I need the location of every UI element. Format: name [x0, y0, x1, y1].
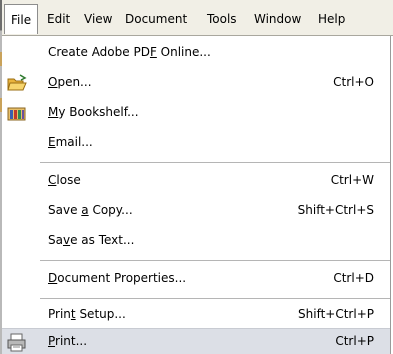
printer-icon [6, 332, 26, 352]
menu-item-shortcut: Ctrl+O [333, 75, 374, 89]
menu-item-label: My Bookshelf... [48, 105, 139, 119]
menu-file[interactable]: File [4, 4, 39, 34]
open-folder-icon [6, 73, 27, 93]
menu-item-shortcut: Shift+Ctrl+S [297, 203, 374, 217]
menu-item-open[interactable]: Open... Ctrl+O [2, 70, 390, 96]
menu-separator [40, 162, 390, 163]
menu-item-my-bookshelf[interactable]: My Bookshelf... [2, 100, 390, 126]
menu-bar: File Edit View Document Tools Window Hel… [2, 0, 393, 36]
menu-item-shortcut: Ctrl+P [335, 334, 374, 348]
app-window: File Edit View Document Tools Window Hel… [0, 0, 393, 354]
menu-item-shortcut: Ctrl+D [333, 271, 374, 285]
bookshelf-icon [6, 103, 26, 123]
menu-item-label: Print... [48, 334, 88, 348]
menu-separator [40, 260, 390, 261]
menu-item-create-pdf-online[interactable]: Create Adobe PDF Online... [2, 40, 390, 66]
menu-item-print[interactable]: Print... Ctrl+P [2, 328, 390, 354]
menu-help[interactable]: Help [318, 9, 345, 29]
menu-window[interactable]: Window [254, 9, 301, 29]
menu-item-label: Save a Copy... [48, 203, 133, 217]
menu-view[interactable]: View [84, 9, 112, 29]
menu-item-save-a-copy[interactable]: Save a Copy... Shift+Ctrl+S [2, 198, 390, 224]
menu-item-label: Email... [48, 135, 93, 149]
menu-item-label: Document Properties... [48, 271, 187, 285]
menu-item-shortcut: Ctrl+W [330, 173, 374, 187]
menu-item-print-setup[interactable]: Print Setup... Shift+Ctrl+P [2, 302, 390, 328]
menu-item-shortcut: Shift+Ctrl+P [298, 307, 374, 321]
menu-item-label: Open... [48, 75, 92, 89]
menu-item-save-as-text[interactable]: Save as Text... [2, 228, 390, 254]
menu-tools[interactable]: Tools [207, 9, 237, 29]
menu-item-document-properties[interactable]: Document Properties... Ctrl+D [2, 266, 390, 292]
menu-item-close[interactable]: Close Ctrl+W [2, 168, 390, 194]
file-menu-dropdown: Create Adobe PDF Online... Open... Ctrl+… [2, 36, 391, 354]
menu-document[interactable]: Document [125, 9, 187, 29]
menu-item-label: Close [48, 173, 81, 187]
menu-separator [40, 298, 390, 299]
menu-edit[interactable]: Edit [47, 9, 70, 29]
menu-item-label: Print Setup... [48, 307, 126, 321]
menu-item-label: Create Adobe PDF Online... [48, 45, 211, 59]
menu-item-email[interactable]: Email... [2, 130, 390, 156]
menu-item-label: Save as Text... [48, 233, 135, 247]
